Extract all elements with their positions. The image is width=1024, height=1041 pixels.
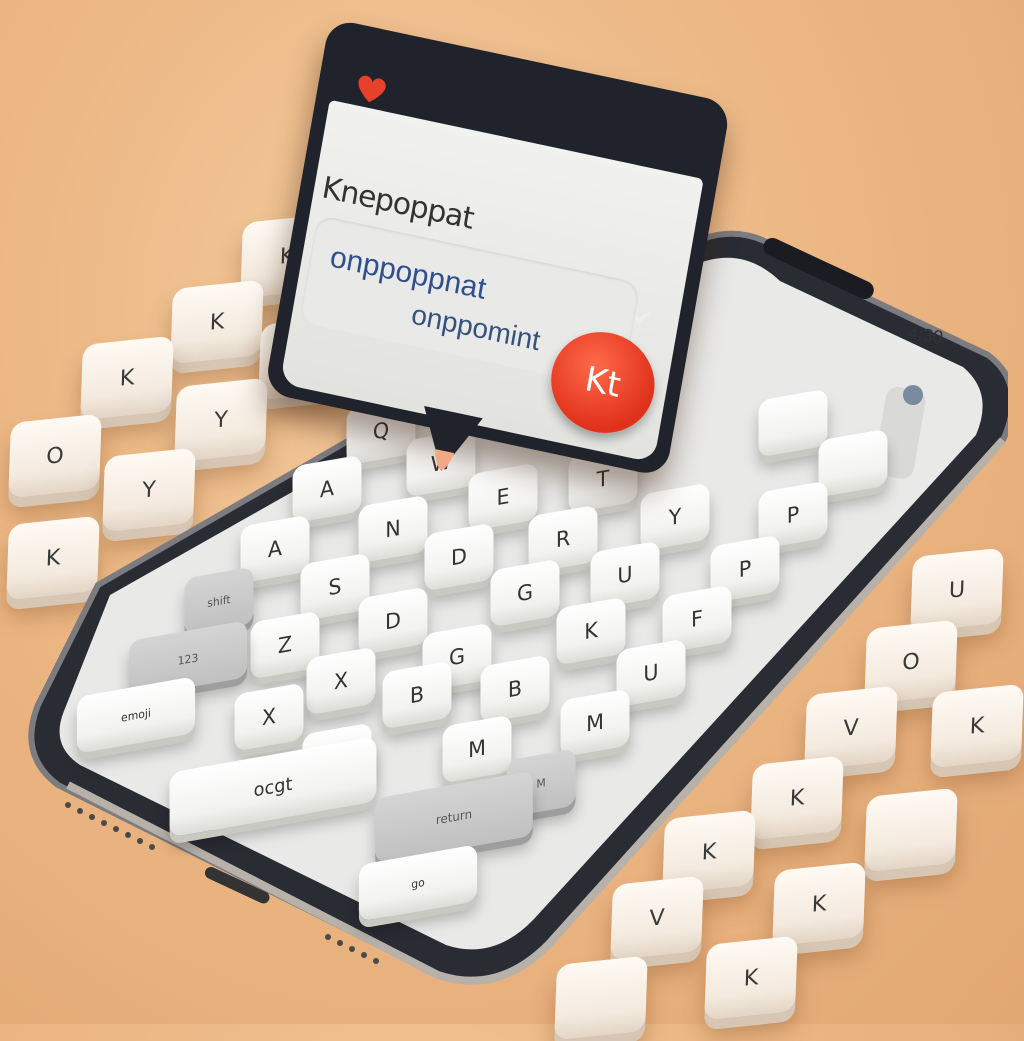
key-label: return — [435, 806, 473, 828]
key-label: R — [555, 525, 571, 553]
key-label: B — [507, 675, 523, 703]
key-label: B — [409, 681, 425, 709]
key-label: S — [328, 573, 342, 601]
key-label: M — [586, 709, 604, 737]
popup-frame: Kugestion Knepoppat onppoppnat onppomint… — [264, 18, 732, 478]
keyboard-scene: K K K Y O Y K U O V K K K K V K — [0, 0, 1024, 1041]
key-label: X — [261, 703, 277, 731]
suggestion-line-1: onppoppnat — [327, 240, 489, 306]
key-label: ocgt — [253, 772, 293, 802]
key-label: E — [496, 483, 510, 511]
key-label: A — [319, 475, 335, 503]
key-label: M — [468, 735, 486, 763]
key-label: F — [691, 605, 703, 633]
key-label: 123 — [177, 650, 199, 668]
key-label: P — [738, 555, 752, 583]
key-label: P — [786, 501, 800, 529]
key-label: go — [411, 875, 425, 891]
key-label: D — [451, 543, 467, 571]
key-label: emoji — [121, 705, 151, 725]
key-label: M — [536, 775, 546, 791]
key-label: U — [617, 561, 633, 589]
suggestion-popup: Kugestion Knepoppat onppoppnat onppomint… — [257, 18, 751, 521]
suggestion-line-2: onppomint — [409, 298, 543, 357]
key-label: X — [333, 667, 349, 695]
key-label: G — [448, 643, 466, 671]
key-label: shift — [207, 592, 231, 610]
key-label: Z — [277, 631, 293, 659]
key-label: U — [643, 659, 659, 687]
key-label: G — [516, 579, 534, 607]
key-label: K — [584, 617, 598, 645]
key-label: N — [385, 515, 401, 543]
key-label: A — [267, 535, 283, 563]
key-label: D — [385, 607, 401, 635]
